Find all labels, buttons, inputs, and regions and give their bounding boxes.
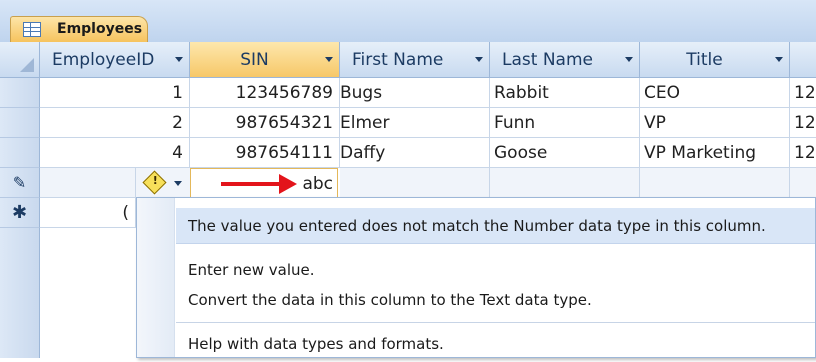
dropdown-arrow-icon[interactable] (775, 57, 783, 62)
cell-title[interactable]: VP (640, 108, 790, 138)
cell-employeeid[interactable]: 1 (40, 78, 190, 108)
cell-first-name[interactable] (340, 168, 490, 198)
cell-employeeid[interactable] (40, 168, 136, 198)
dropdown-arrow-icon[interactable] (475, 57, 483, 62)
cell-sin[interactable]: 987654321 (190, 108, 340, 138)
dropdown-arrow-icon[interactable] (325, 57, 333, 62)
cell-employeeid[interactable]: 2 (40, 108, 190, 138)
record-selector-column (0, 228, 40, 358)
table-icon (23, 22, 41, 37)
cell-last-name[interactable]: Rabbit (490, 78, 640, 108)
cell-last-name[interactable]: Funn (490, 108, 640, 138)
menu-item-help-data-types[interactable]: Help with data types and formats. (176, 326, 815, 362)
dropdown-arrow-icon[interactable] (625, 57, 633, 62)
column-header-next[interactable] (790, 42, 816, 78)
menu-gutter (137, 198, 175, 357)
table-row: 4 987654111 Daffy Goose VP Marketing 123 (0, 138, 816, 168)
menu-item-convert-to-text[interactable]: Convert the data in this column to the T… (176, 282, 815, 318)
column-header-last-name[interactable]: Last Name (490, 42, 640, 78)
cell-next[interactable] (790, 168, 816, 198)
warning-diamond-icon: ! (142, 170, 167, 195)
select-all-corner[interactable] (0, 42, 40, 78)
new-record-selector[interactable]: ✱ (0, 198, 40, 228)
cell-title[interactable] (640, 168, 790, 198)
cell-next[interactable]: 123 (790, 78, 816, 108)
red-arrow-head-icon (279, 174, 297, 194)
cell-next[interactable]: 123 (790, 108, 816, 138)
cell-employeeid-new[interactable]: ( (40, 198, 136, 228)
red-arrow-icon (221, 182, 283, 186)
column-header-label: Last Name (502, 50, 593, 70)
cell-sin[interactable]: 123456789 (190, 78, 340, 108)
record-selector-editing[interactable]: ✎ (0, 168, 40, 198)
table-row: 1 123456789 Bugs Rabbit CEO 123 (0, 78, 816, 108)
column-header-employeeid[interactable]: EmployeeID (40, 42, 190, 78)
cell-sin-editing[interactable]: abc (190, 168, 338, 198)
table-row-editing: ✎ ! abc (0, 168, 816, 198)
cell-first-name[interactable]: Elmer (340, 108, 490, 138)
chevron-down-icon[interactable] (174, 181, 182, 186)
menu-separator (176, 322, 815, 323)
error-options-menu: The value you entered does not match the… (136, 197, 816, 358)
cell-last-name[interactable] (490, 168, 640, 198)
pencil-icon: ✎ (12, 173, 27, 192)
document-tab-strip: Employees (0, 0, 816, 43)
cell-first-name[interactable]: Daffy (340, 138, 490, 168)
column-header-title[interactable]: Title (640, 42, 790, 78)
column-header-label: First Name (352, 50, 444, 70)
error-smart-tag-button[interactable]: ! (136, 168, 190, 198)
menu-error-message: The value you entered does not match the… (176, 208, 815, 244)
record-selector[interactable] (0, 78, 40, 108)
column-header-label: EmployeeID (52, 50, 155, 70)
record-selector[interactable] (0, 138, 40, 168)
column-header-label: SIN (240, 50, 269, 70)
cell-next[interactable]: 123 (790, 138, 816, 168)
cell-title[interactable]: VP Marketing (640, 138, 790, 168)
cell-last-name[interactable]: Goose (490, 138, 640, 168)
cell-input-value: abc (302, 174, 333, 194)
cell-first-name[interactable]: Bugs (340, 78, 490, 108)
table-row: 2 987654321 Elmer Funn VP 123 (0, 108, 816, 138)
cell-employeeid[interactable]: 4 (40, 138, 190, 168)
column-header-sin[interactable]: SIN (190, 42, 340, 78)
select-all-icon (20, 58, 34, 72)
tab-employees[interactable]: Employees (10, 16, 148, 42)
cell-sin[interactable]: 987654111 (190, 138, 340, 168)
cell-title[interactable]: CEO (640, 78, 790, 108)
column-header-first-name[interactable]: First Name (340, 42, 490, 78)
dropdown-arrow-icon[interactable] (175, 57, 183, 62)
record-selector[interactable] (0, 108, 40, 138)
column-header-label: Title (686, 50, 723, 70)
tab-label: Employees (57, 21, 143, 37)
